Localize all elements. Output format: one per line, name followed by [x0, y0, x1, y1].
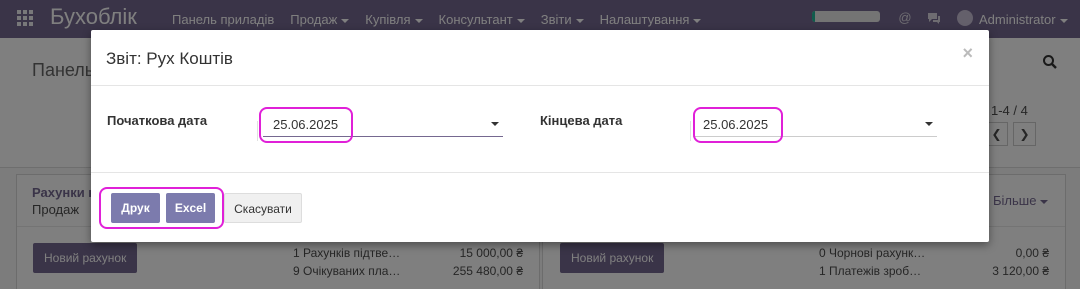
field-divider [257, 121, 258, 141]
modal-header: Звіт: Рух Коштів × [91, 30, 989, 86]
cash-flow-report-dialog: Звіт: Рух Коштів × Початкова дата 25.06.… [91, 30, 989, 242]
close-icon[interactable]: × [962, 43, 973, 64]
modal-title: Звіт: Рух Коштів [106, 49, 233, 68]
start-date-label: Початкова дата [107, 113, 208, 128]
modal-body: Початкова дата 25.06.2025 Кінцева дата 2… [91, 87, 989, 173]
end-date-label: Кінцева дата [540, 113, 623, 128]
cancel-button[interactable]: Скасувати [224, 193, 302, 223]
highlight-annotation [259, 107, 353, 143]
chevron-down-icon[interactable] [925, 122, 933, 126]
modal-footer: Друк Excel Скасувати [91, 174, 989, 242]
field-divider [690, 121, 691, 141]
chevron-down-icon[interactable] [491, 122, 499, 126]
highlight-annotation [693, 107, 783, 143]
highlight-annotation [99, 187, 224, 229]
